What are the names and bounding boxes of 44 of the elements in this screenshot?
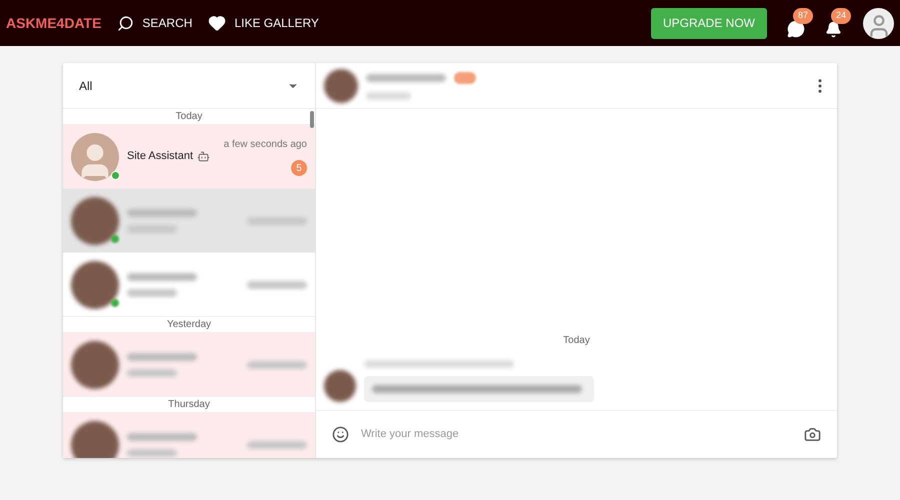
blurred-text xyxy=(127,432,197,440)
blurred-text xyxy=(247,216,307,224)
heart-icon xyxy=(208,14,226,32)
blurred-avatar xyxy=(71,260,119,308)
blurred-avatar xyxy=(71,420,119,458)
blurred-text xyxy=(127,368,177,376)
date-separator: Today xyxy=(562,334,591,348)
chat-bubble-icon xyxy=(787,20,805,38)
emoji-icon[interactable] xyxy=(332,426,349,443)
blurred-text xyxy=(127,288,177,296)
scrollbar-thumb[interactable] xyxy=(310,111,314,128)
nav-link[interactable]: LIKE GALLERY xyxy=(208,14,319,32)
blurred-text xyxy=(366,92,411,100)
nav-link[interactable]: SEARCH xyxy=(117,14,192,32)
bell-icon xyxy=(825,21,842,38)
profile-avatar[interactable] xyxy=(863,8,894,38)
blurred-conversation[interactable] xyxy=(63,189,315,253)
search-icon xyxy=(117,14,134,32)
message-input[interactable]: Write your message xyxy=(361,426,792,443)
blurred-conversation[interactable] xyxy=(63,253,315,317)
count-badge: 24 xyxy=(830,8,851,24)
site-logo[interactable]: ASKME4DATE xyxy=(6,12,102,34)
blurred-badge xyxy=(454,72,476,84)
camera-icon[interactable] xyxy=(804,426,821,443)
blurred-text xyxy=(127,272,197,280)
blurred-avatar xyxy=(71,340,119,388)
blurred-avatar xyxy=(71,196,119,244)
blurred-text xyxy=(247,360,307,368)
blurred-text xyxy=(127,224,177,232)
blurred-avatar xyxy=(324,68,358,102)
conversation-item[interactable]: Site Assistant a few seconds ago 5 xyxy=(63,125,315,189)
blurred-text xyxy=(127,352,197,360)
message-time: a few seconds ago xyxy=(224,138,307,152)
blurred-avatar xyxy=(324,370,356,402)
unread-count: 5 xyxy=(291,160,307,176)
contact-name: Site Assistant xyxy=(127,149,194,164)
filter-dropdown[interactable]: All xyxy=(63,63,315,109)
blurred-text xyxy=(127,448,177,456)
blurred-text xyxy=(247,280,307,288)
count-badge: 87 xyxy=(792,8,813,24)
blurred-conversation[interactable] xyxy=(63,413,315,458)
blurred-text xyxy=(247,440,307,448)
blurred-text xyxy=(127,208,197,216)
blurred-conversation[interactable] xyxy=(63,333,315,397)
